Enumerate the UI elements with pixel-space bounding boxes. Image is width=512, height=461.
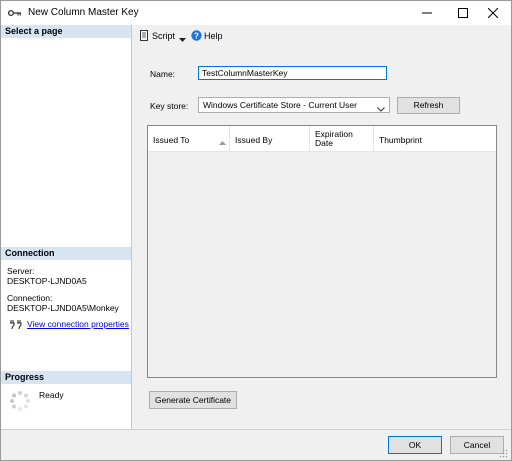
progress-status: Ready: [39, 390, 64, 400]
close-button[interactable]: [475, 1, 511, 25]
column-date-label: Date: [315, 138, 333, 148]
left-pane: Select a page Connection Server: DESKTOP…: [1, 25, 132, 429]
column-issued-by[interactable]: Issued By: [230, 126, 310, 151]
key-icon: [7, 9, 22, 17]
chevron-down-icon: [377, 102, 385, 116]
minimize-button[interactable]: [409, 1, 445, 25]
close-icon: [488, 8, 498, 18]
sort-ascending-icon: [219, 137, 226, 147]
name-input[interactable]: TestColumnMasterKey: [198, 66, 387, 80]
refresh-button[interactable]: Refresh: [397, 97, 460, 114]
connection-value: DESKTOP-LJND0A5\Monkey: [7, 303, 119, 313]
minimize-icon: [422, 12, 432, 14]
progress-spinner-icon: [9, 390, 31, 414]
connection-label: Connection:: [7, 293, 53, 303]
key-store-label: Key store:: [150, 101, 189, 111]
plug-icon: [10, 320, 22, 331]
column-issued-to-label: Issued To: [153, 135, 190, 145]
resize-grip-icon[interactable]: [499, 449, 508, 460]
generate-certificate-button[interactable]: Generate Certificate: [149, 391, 237, 409]
server-label: Server:: [7, 266, 35, 276]
title-bar[interactable]: New Column Master Key: [1, 1, 511, 25]
toolbar: Script ? Help: [132, 25, 511, 47]
window-title: New Column Master Key: [28, 7, 139, 18]
key-store-select[interactable]: Windows Certificate Store - Current User: [198, 97, 390, 113]
new-column-master-key-dialog: New Column Master Key Select a page Conn…: [0, 0, 512, 461]
cancel-button[interactable]: Cancel: [450, 436, 504, 454]
server-value: DESKTOP-LJND0A5: [7, 276, 87, 286]
certificate-grid[interactable]: Issued To Issued By Expiration Date Thum…: [147, 125, 497, 378]
select-page-header: Select a page: [1, 25, 131, 38]
view-connection-properties-link[interactable]: View connection properties: [27, 319, 129, 329]
column-thumbprint[interactable]: Thumbprint: [374, 126, 496, 151]
key-store-value: Windows Certificate Store - Current User: [203, 100, 357, 110]
ok-button[interactable]: OK: [388, 436, 442, 454]
column-expiration-date[interactable]: Expiration Date: [310, 126, 374, 151]
connection-header: Connection: [1, 247, 131, 260]
script-icon: [139, 30, 149, 43]
name-label: Name:: [150, 69, 176, 79]
script-button[interactable]: Script: [152, 31, 175, 41]
maximize-icon: [458, 8, 468, 18]
grid-header: Issued To Issued By Expiration Date Thum…: [148, 126, 496, 152]
column-issued-by-label: Issued By: [235, 135, 273, 145]
help-icon: ?: [191, 30, 202, 43]
column-issued-to[interactable]: Issued To: [148, 126, 230, 151]
help-button[interactable]: Help: [204, 31, 223, 41]
svg-text:?: ?: [194, 31, 199, 40]
column-thumbprint-label: Thumbprint: [379, 135, 422, 145]
chevron-down-icon[interactable]: [179, 34, 186, 44]
footer-divider: [1, 429, 511, 430]
progress-header: Progress: [1, 371, 131, 384]
